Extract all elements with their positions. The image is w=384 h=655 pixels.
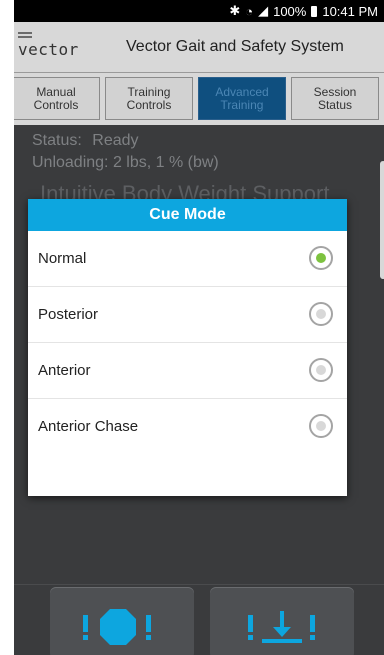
tab-training-controls[interactable]: Training Controls	[105, 77, 193, 120]
battery-level: 100%	[273, 3, 307, 19]
status-value: Ready	[92, 132, 139, 149]
unload-button[interactable]	[210, 587, 354, 655]
option-label: Posterior	[38, 306, 99, 323]
unloading-readout: Unloading: 2 lbs, 1 % (bw)	[32, 154, 219, 171]
vector-logo: vector	[18, 32, 84, 64]
side-panel-handle[interactable]	[380, 161, 384, 279]
option-label: Anterior Chase	[38, 418, 139, 435]
app-title: Vector Gait and Safety System	[126, 38, 344, 55]
cue-option-anterior-chase[interactable]: Anterior Chase	[28, 399, 347, 454]
status-line: Status: Ready	[32, 132, 139, 150]
radio-unselected-icon[interactable]	[309, 302, 333, 326]
unload-arrow-icon	[248, 611, 315, 643]
status-bar: ✱ ◔ ◢ 100% 10:41 PM	[14, 0, 384, 22]
cue-option-posterior[interactable]: Posterior	[28, 287, 347, 343]
stop-icon	[83, 609, 151, 645]
cue-option-anterior[interactable]: Anterior	[28, 343, 347, 399]
signal-icon: ◢	[258, 3, 269, 18]
status-label: Status:	[32, 132, 82, 149]
logo-text: vector	[18, 40, 79, 59]
tab-manual-controls[interactable]: Manual Controls	[14, 77, 100, 120]
battery-icon	[311, 5, 318, 17]
dialog-title: Cue Mode	[28, 199, 347, 231]
clock: 10:41 PM	[322, 3, 378, 19]
tab-bar: Manual Controls Training Controls Advanced…	[14, 73, 384, 125]
cue-mode-dialog: Cue Mode Normal Posterior Anterior Anter…	[28, 199, 347, 496]
app-title-bar: vector Vector Gait and Safety System	[14, 22, 384, 73]
emergency-stop-button[interactable]	[50, 587, 194, 655]
tab-advanced-training[interactable]: Advanced Training	[198, 77, 286, 120]
radio-selected-icon[interactable]	[309, 246, 333, 270]
option-label: Normal	[38, 250, 87, 267]
wifi-icon: ◔	[245, 3, 254, 19]
radio-unselected-icon[interactable]	[309, 414, 333, 438]
tab-session-status[interactable]: Session Status	[291, 77, 379, 120]
radio-unselected-icon[interactable]	[309, 358, 333, 382]
bluetooth-icon: ✱	[229, 3, 241, 18]
bottom-action-bar	[14, 584, 384, 655]
cue-option-normal[interactable]: Normal	[28, 231, 347, 287]
option-label: Anterior	[38, 362, 91, 379]
